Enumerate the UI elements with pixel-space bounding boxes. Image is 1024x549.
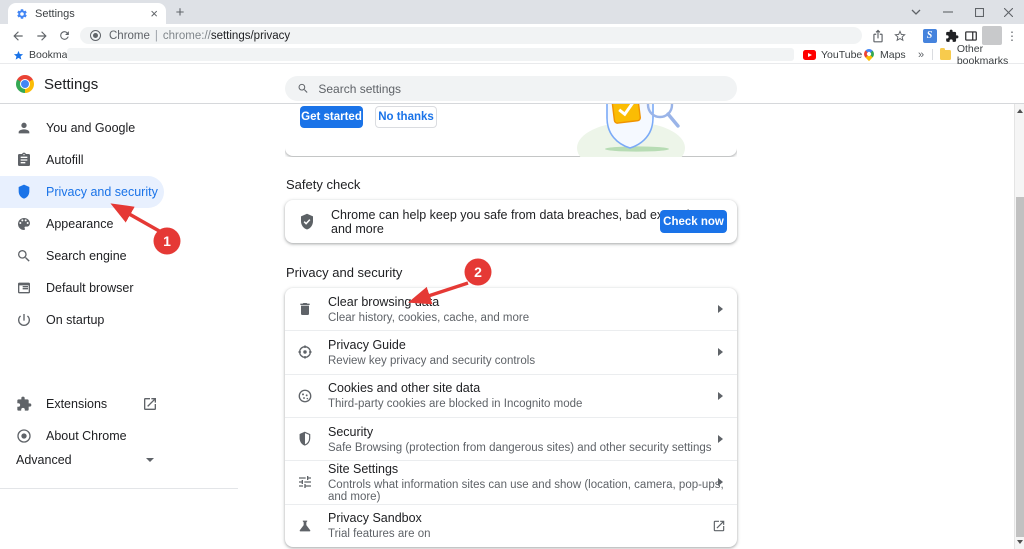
safety-check-card: Chrome can help keep you safe from data … (285, 200, 737, 243)
chrome-window: Settings × + Chrome|chrome:// (0, 0, 1024, 549)
row-security[interactable]: Security Safe Browsing (protection from … (285, 417, 737, 460)
scrollbar-thumb[interactable] (1016, 197, 1024, 537)
cookie-icon (297, 388, 313, 404)
security-shield-icon (297, 431, 313, 447)
new-tab-button[interactable]: + (171, 4, 189, 22)
onboarding-card-clip: Get started No thanks (285, 104, 737, 157)
chevron-right-icon (718, 392, 723, 400)
palette-icon (16, 216, 32, 232)
reload-icon[interactable] (56, 27, 73, 44)
search-icon (297, 82, 309, 95)
folder-icon (940, 50, 951, 60)
check-now-button[interactable]: Check now (660, 210, 727, 233)
sidebar-item-appearance[interactable]: Appearance (0, 208, 230, 240)
chevron-right-icon (718, 478, 723, 486)
open-in-new-icon (142, 396, 158, 412)
address-bar[interactable]: Chrome|chrome://settings/privacy (80, 27, 862, 44)
page-title: Settings (44, 76, 98, 93)
shield-icon (16, 184, 32, 200)
title-bar: Settings × + (0, 0, 1024, 24)
chrome-logo (16, 75, 34, 93)
shield-check-icon (298, 213, 316, 231)
forward-icon[interactable] (33, 27, 50, 44)
tab-close-icon[interactable]: × (150, 7, 158, 20)
page-scrollbar[interactable] (1014, 104, 1024, 549)
browser-window-icon (16, 280, 32, 296)
close-window-button[interactable] (993, 0, 1024, 24)
get-started-button[interactable]: Get started (300, 106, 363, 128)
chrome-page-icon (90, 30, 101, 41)
chrome-outline-icon (16, 428, 32, 444)
sidebar-item-privacy-and-security[interactable]: Privacy and security (0, 176, 164, 208)
no-thanks-button[interactable]: No thanks (375, 106, 437, 128)
privacy-section-title: Privacy and security (286, 265, 402, 280)
privacy-card: Clear browsing data Clear history, cooki… (285, 288, 737, 547)
row-cookies[interactable]: Cookies and other site data Third-party … (285, 374, 737, 417)
tab-search-chevron-icon[interactable] (900, 0, 931, 24)
bookmarks-bar: Bookmarks YouTube Maps » Other bookmarks (0, 46, 1024, 64)
autofill-icon (16, 152, 32, 168)
settings-sidebar: You and Google Autofill Privacy and secu… (0, 104, 240, 549)
settings-gear-favicon (16, 8, 28, 20)
sidebar-item-about-chrome[interactable]: About Chrome (0, 420, 230, 452)
browser-toolbar: Chrome|chrome://settings/privacy S ⋮ (0, 24, 1024, 46)
privacy-guide-icon (297, 344, 313, 360)
bookmark-youtube[interactable]: YouTube (803, 47, 862, 63)
youtube-icon (803, 50, 816, 60)
bookmarks-overflow-icon[interactable]: » (918, 47, 924, 63)
open-in-new-icon[interactable] (712, 519, 726, 533)
shield-illustration (575, 104, 705, 157)
chevron-right-icon (718, 435, 723, 443)
maps-pin-icon (862, 47, 876, 61)
bookmark-maps[interactable]: Maps (864, 47, 906, 63)
bookmarks-separator (932, 49, 933, 60)
chevron-right-icon (718, 348, 723, 356)
safety-check-title: Safety check (286, 177, 360, 192)
bookmarks-placeholder-strip (67, 48, 794, 61)
other-bookmarks[interactable]: Other bookmarks (940, 47, 1024, 63)
scroll-down-icon[interactable] (1015, 537, 1024, 547)
row-site-settings[interactable]: Site Settings Controls what information … (285, 460, 737, 503)
scroll-up-icon[interactable] (1015, 106, 1024, 116)
chevron-right-icon (718, 305, 723, 313)
flask-icon (297, 518, 313, 534)
back-icon[interactable] (9, 27, 26, 44)
person-icon (16, 120, 32, 136)
power-icon (16, 312, 32, 328)
settings-main: Get started No thanks Safety check (285, 104, 737, 549)
settings-search[interactable] (285, 76, 737, 101)
share-icon[interactable] (868, 26, 887, 45)
sidebar-item-search-engine[interactable]: Search engine (0, 240, 230, 272)
sidebar-item-default-browser[interactable]: Default browser (0, 272, 230, 304)
row-clear-browsing-data[interactable]: Clear browsing data Clear history, cooki… (285, 288, 737, 330)
extension-s-icon[interactable]: S (920, 26, 939, 45)
minimize-button[interactable] (932, 0, 963, 24)
sidebar-item-on-startup[interactable]: On startup (0, 304, 230, 336)
sidebar-item-you-and-google[interactable]: You and Google (0, 112, 230, 144)
url-text: Chrome|chrome://settings/privacy (109, 30, 290, 42)
row-privacy-guide[interactable]: Privacy Guide Review key privacy and sec… (285, 330, 737, 373)
browser-tab-settings[interactable]: Settings × (8, 3, 166, 24)
bookmark-star-icon[interactable] (890, 26, 909, 45)
search-icon (16, 248, 32, 264)
row-privacy-sandbox[interactable]: Privacy Sandbox Trial features are on (285, 504, 737, 547)
chevron-down-icon (146, 458, 154, 462)
tab-title: Settings (35, 8, 150, 20)
maximize-button[interactable] (964, 0, 995, 24)
star-icon (13, 50, 24, 61)
sidebar-item-extensions[interactable]: Extensions (0, 388, 230, 420)
trash-icon (297, 301, 313, 317)
tune-icon (297, 474, 313, 490)
search-input[interactable] (318, 82, 725, 96)
puzzle-icon (16, 396, 32, 412)
sidebar-item-autofill[interactable]: Autofill (0, 144, 230, 176)
sidebar-divider (0, 488, 238, 489)
